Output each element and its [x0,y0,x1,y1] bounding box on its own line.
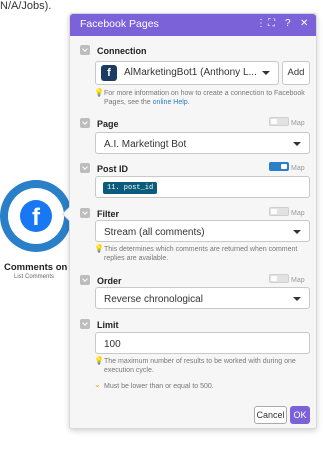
connection-value: AlMarketingBot1 (Anthony L... [124,67,257,78]
lightbulb-icon: 💡 [94,88,104,97]
order-map-toggle[interactable]: Map [269,274,305,284]
limit-input[interactable]: 100 [95,332,310,354]
toggle-switch[interactable] [269,117,289,126]
page-value: A.I. Marketingt Bot [104,139,187,150]
online-help-link[interactable]: online Help [153,99,188,106]
module-settings-panel: Facebook Pages ⋮ ⛶ ? ✕ Connection f AlMa… [69,13,317,429]
toggle-switch[interactable] [269,162,289,171]
filter-hint-line2: replies are available. [104,255,169,262]
connection-hint: For more information on how to create a … [104,89,305,107]
panel-title: Facebook Pages [80,18,159,30]
filter-section-header[interactable]: Filter [80,208,119,219]
facebook-icon: f [20,200,52,232]
connection-select[interactable]: f AlMarketingBot1 (Anthony L... [95,61,279,85]
close-icon[interactable]: ✕ [300,18,308,29]
page-map-toggle[interactable]: Map [269,117,305,127]
limit-section-header[interactable]: Limit [80,319,119,330]
post-id-section-header[interactable]: Post ID [80,163,128,174]
limit-label: Limit [97,320,119,330]
add-connection-button[interactable]: Add [282,61,310,85]
page-section-header[interactable]: Page [80,118,119,129]
module-subtitle: List Comments [14,274,55,280]
module-inner-ring: f [8,188,64,244]
cancel-button[interactable]: Cancel [254,406,287,424]
limit-hint-line2: execution cycle. [104,367,154,374]
caret-down-icon [293,230,301,234]
connection-label: Connection [97,46,147,56]
page-label: Page [97,119,119,129]
panel-pointer-fill [63,207,70,221]
post-id-field[interactable]: 11. post_id [95,176,310,198]
limit-hint: The maximum number of results to be work… [104,357,296,375]
chevron-down-icon [80,208,90,218]
order-select[interactable]: Reverse chronological [95,287,310,309]
filter-map-toggle[interactable]: Map [269,207,305,217]
chevron-down-icon: ⌄ [94,380,101,389]
limit-value: 100 [104,339,121,350]
caret-down-icon [293,297,301,301]
page-select[interactable]: A.I. Marketingt Bot [95,132,310,154]
chevron-down-icon [80,163,90,173]
order-label: Order [97,276,122,286]
limit-validation: Must be lower than or equal to 500. [104,383,214,390]
filter-hint-line1: This determines which comments are retur… [104,246,298,253]
caret-down-icon [293,142,301,146]
canvas-text-fragment: N/A/Jobs). [0,0,52,12]
mapped-token[interactable]: 11. post_id [103,182,158,194]
filter-label: Filter [97,209,120,219]
connection-hint-line1: For more information on how to create a … [104,90,305,97]
toggle-switch[interactable] [269,207,289,216]
more-icon[interactable]: ⋮ [256,18,266,29]
lightbulb-icon: 💡 [94,356,104,365]
filter-hint: This determines which comments are retur… [104,245,297,263]
post-id-map-toggle[interactable]: Map [269,162,305,172]
connection-hint-line2: Pages, see the online Help. [104,99,190,106]
expand-icon[interactable]: ⛶ [268,18,275,29]
help-icon[interactable]: ? [285,18,291,29]
post-id-label: Post ID [97,164,129,174]
toggle-switch[interactable] [269,274,289,283]
limit-hint-line1: The maximum number of results to be work… [104,358,296,365]
chevron-down-icon [80,275,90,285]
ok-button[interactable]: OK [290,406,310,424]
chevron-down-icon [80,118,90,128]
order-section-header[interactable]: Order [80,275,122,286]
caret-down-icon [262,71,270,75]
lightbulb-icon: 💡 [94,244,104,253]
panel-header: Facebook Pages ⋮ ⛶ ? ✕ [70,14,316,36]
filter-value: Stream (all comments) [104,227,205,238]
filter-select[interactable]: Stream (all comments) [95,220,310,242]
connection-section-header[interactable]: Connection [80,45,147,56]
chevron-down-icon [80,319,90,329]
facebook-icon: f [101,65,117,81]
chevron-down-icon [80,45,90,55]
order-value: Reverse chronological [104,294,203,305]
